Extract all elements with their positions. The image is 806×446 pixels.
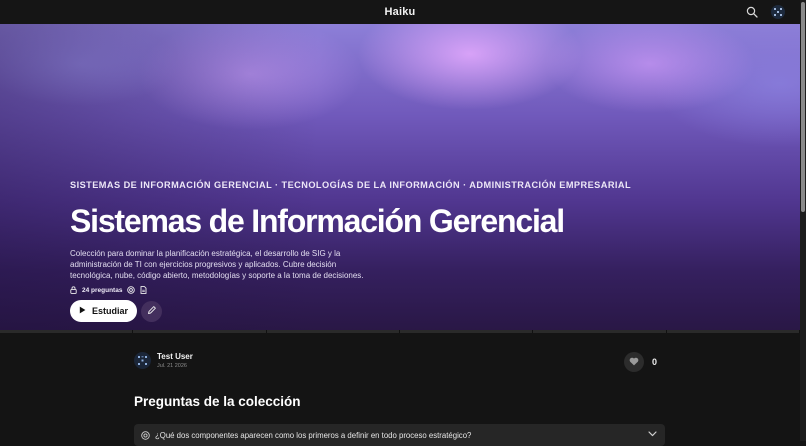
study-button-label: Estudiar	[91, 306, 128, 316]
category-tags: SISTEMAS DE INFORMACIÓN GERENCIAL · TECN…	[70, 180, 632, 190]
heart-icon	[629, 353, 639, 371]
question-text: ¿Qué dos componentes aparecen como los p…	[155, 430, 472, 440]
hero-actions: Estudiar	[70, 300, 630, 322]
hero-content: SISTEMAS DE INFORMACIÓN GERENCIAL · TECN…	[70, 180, 632, 322]
author-text: Test User Jul. 21 2026	[157, 352, 193, 369]
pencil-icon	[147, 302, 157, 320]
header-actions	[744, 4, 786, 20]
author-info[interactable]: Test User Jul. 21 2026	[134, 352, 193, 369]
like-section: 0	[624, 352, 657, 372]
author-name[interactable]: Test User	[157, 352, 193, 361]
chevron-down-icon[interactable]	[648, 431, 657, 437]
like-button[interactable]	[624, 352, 644, 372]
section-title: Preguntas de la colección	[134, 394, 301, 409]
author-date: Jul. 21 2026	[157, 363, 187, 369]
top-bar: Haiku	[0, 0, 800, 24]
like-count: 0	[652, 357, 658, 367]
target-icon[interactable]	[127, 286, 136, 294]
hero-banner: SISTEMAS DE INFORMACIÓN GERENCIAL · TECN…	[0, 24, 800, 332]
hero-divider-strip	[0, 330, 800, 333]
page-scrollbar[interactable]	[800, 0, 806, 441]
play-icon	[79, 306, 86, 316]
collection-title: Sistemas de Información Gerencial	[70, 203, 565, 239]
document-icon[interactable]	[140, 286, 147, 294]
search-icon[interactable]	[744, 4, 760, 20]
collection-meta: 24 preguntas	[70, 286, 630, 294]
avatar-icon[interactable]	[770, 4, 786, 20]
edit-button[interactable]	[141, 300, 162, 322]
question-count: 24 preguntas	[82, 286, 123, 294]
app-title[interactable]: Haiku	[385, 6, 416, 18]
study-button[interactable]: Estudiar	[70, 300, 137, 322]
question-item[interactable]: ¿Qué dos componentes aparecen como los p…	[134, 424, 665, 446]
author-avatar[interactable]	[134, 352, 151, 369]
scrollbar-thumb[interactable]	[801, 2, 805, 212]
target-icon	[141, 430, 150, 440]
collection-description: Colección para dominar la planificación …	[70, 249, 364, 280]
lock-icon	[70, 286, 77, 294]
